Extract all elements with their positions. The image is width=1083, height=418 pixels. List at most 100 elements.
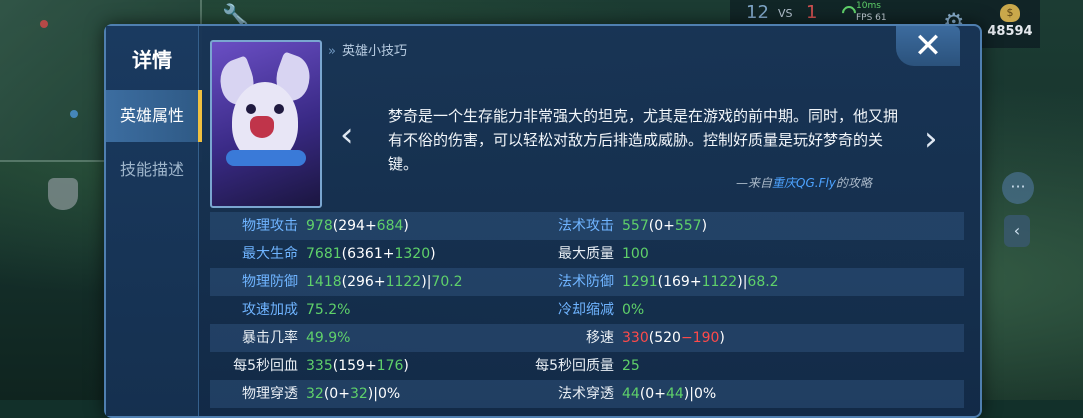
ping-readout: 10ms (856, 1, 881, 11)
tab-skill-description[interactable]: 技能描述 (106, 144, 198, 196)
stat-label: 最大生命 (242, 246, 298, 262)
gold-display: $ 48594 (980, 0, 1040, 48)
stat-sign: + (663, 218, 675, 234)
stat-base-part: 6361 (347, 246, 383, 262)
stat-value: 978(294+684) (306, 212, 409, 240)
stat-bonus-part: 1320 (394, 246, 431, 262)
chevron-left-icon[interactable]: ‹ (1004, 215, 1030, 247)
stat-bonus-part: 190 (692, 330, 720, 346)
stat-label: 暴击几率 (242, 330, 298, 346)
stat-label: 法术穿透 (558, 386, 614, 402)
team-score-right: 1 (806, 2, 818, 23)
stat-base-part: 0 (654, 218, 664, 234)
previous-tip-button[interactable]: ‹ (340, 118, 354, 152)
stat-value: 100 (622, 240, 649, 268)
stat-sign: + (373, 274, 386, 290)
stat-label: 冷却缩减 (558, 302, 614, 318)
stat-label: 最大质量 (558, 246, 614, 262)
hero-eye (246, 104, 256, 114)
stat-value: 32(0+32)|0% (306, 380, 400, 408)
stat-base-part: 159 (338, 358, 365, 374)
tip-source-author[interactable]: 重庆QG.Fly (772, 176, 836, 190)
stat-row: 物理攻击 978(294+684) 法术攻击 557(0+557) (210, 212, 964, 240)
tip-header: » 英雄小技巧 (328, 40, 407, 59)
dialog-title: 详情 (132, 48, 172, 72)
stat-base-part: 520 (654, 330, 681, 346)
hero-mouth (250, 116, 274, 138)
stat-paren: ) (403, 218, 409, 234)
stat-base: 335 (306, 358, 333, 374)
stat-value: 1418(296+1122)|70.2 (306, 268, 463, 296)
stat-label: 物理攻击 (242, 218, 298, 234)
stat-row: 攻速加成 75.2% 冷却缩减 0% (210, 296, 964, 324)
stat-value: 7681(6361+1320) (306, 240, 436, 268)
stat-sign: + (382, 246, 395, 262)
stat-value: 44(0+44)|0% (622, 380, 716, 408)
stat-label: 物理防御 (242, 274, 298, 290)
tip-source-prefix: —来自 (736, 176, 773, 190)
stat-bonus-part: 557 (674, 218, 702, 234)
stat-row: 最大生命 7681(6361+1320) 最大质量 100 (210, 240, 964, 268)
tip-source-suffix: 的攻略 (835, 176, 872, 190)
stat-label: 法术防御 (558, 274, 614, 290)
stat-base-part: 294 (338, 218, 365, 234)
stat-base: 1291 (622, 274, 658, 290)
stat-base: 1418 (306, 274, 342, 290)
shield-icon[interactable] (48, 178, 78, 210)
stat-sign: + (689, 274, 702, 290)
stat-base: 7681 (306, 246, 342, 262)
stat-paren: ) (430, 246, 436, 262)
stat-base: 557 (622, 218, 649, 234)
next-tip-button[interactable]: › (924, 122, 938, 156)
stat-row: 物理防御 1418(296+1122)|70.2 法术防御 1291(169+1122… (210, 268, 964, 296)
stat-value: 330(520−190) (622, 324, 725, 352)
stat-value: 335(159+176) (306, 352, 409, 380)
stat-base: 100 (622, 246, 649, 262)
tip-source: —来自重庆QG.Fly的攻略 (736, 174, 872, 191)
stat-label: 每5秒回质量 (535, 358, 614, 374)
hero-scarf (226, 150, 306, 166)
stat-bonus-part: 1122 (701, 274, 738, 290)
hero-portrait (210, 40, 322, 208)
stat-base: 330 (622, 330, 649, 346)
stat-label: 攻速加成 (242, 302, 298, 318)
stat-paren: ) (403, 358, 409, 374)
tab-hero-attributes[interactable]: 英雄属性 (106, 90, 202, 142)
stat-base: 49.9% (306, 330, 351, 346)
stat-paren: ) (701, 218, 708, 234)
vs-label: VS (778, 7, 793, 20)
gold-value: 48594 (987, 24, 1033, 39)
stat-value: 1291(169+1122)|68.2 (622, 268, 779, 296)
stat-base: 0% (622, 302, 645, 318)
close-button[interactable]: ✕ (896, 26, 960, 66)
stat-value: 25 (622, 352, 640, 380)
stat-value: 75.2% (306, 296, 350, 324)
coin-bag-icon: $ (1000, 4, 1020, 22)
tip-header-label: 英雄小技巧 (341, 44, 407, 59)
map-marker (40, 20, 48, 28)
stat-value: 0% (622, 296, 644, 324)
stat-extra: 70.2 (431, 274, 463, 290)
stat-label: 每5秒回血 (233, 358, 298, 374)
stat-label: 移速 (586, 330, 614, 346)
tip-text: 梦奇是一个生存能力非常强大的坦克，尤其是在游戏的前中期。同时，他又拥有不俗的伤害… (388, 107, 899, 173)
tab-column: 详情 英雄属性 技能描述 (106, 26, 202, 416)
stat-value: 49.9% (306, 324, 350, 352)
stat-bonus-part: 176 (376, 358, 404, 374)
stat-sign: − (680, 330, 693, 346)
stat-base: 75.2% (306, 302, 351, 318)
stat-base: 25 (622, 358, 640, 374)
stat-row: 每5秒回血 335(159+176) 每5秒回质量 25 (210, 352, 964, 380)
stat-sign: + (364, 218, 377, 234)
stat-sign: + (364, 358, 377, 374)
hero-stats-table: 物理攻击 978(294+684) 法术攻击 557(0+557) 最大生命 7681(6… (210, 212, 964, 408)
hero-detail-dialog: 详情 英雄属性 技能描述 ✕ » 英雄小技巧 ‹ › 梦奇是一个生存能力非常强大的… (104, 24, 982, 418)
stat-label: 物理穿透 (242, 386, 298, 402)
stat-label: 法术攻击 (558, 218, 614, 234)
chat-icon[interactable]: ··· (1002, 172, 1034, 204)
stat-bonus-part: 1122 (385, 274, 422, 290)
stat-row: 物理穿透 32(0+32)|0% 法术穿透 44(0+44)|0% (210, 380, 964, 408)
double-chevron-icon: » (328, 44, 336, 59)
stat-row: 暴击几率 49.9% 移速 330(520−190) (210, 324, 964, 352)
stat-base: 978 (306, 218, 333, 234)
